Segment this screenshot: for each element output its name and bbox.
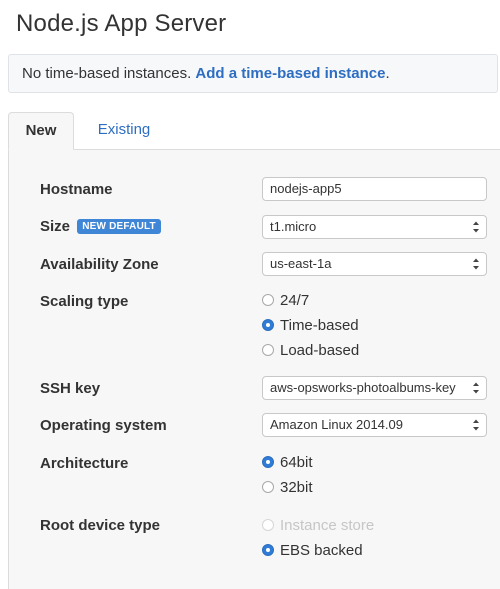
size-select-value: t1.micro xyxy=(270,219,317,234)
root-device-type-label: Root device type xyxy=(40,517,161,534)
availability-zone-value: us-east-1a xyxy=(270,256,332,271)
radio-button-checked[interactable] xyxy=(262,319,274,331)
architecture-option-label: 32bit xyxy=(280,479,313,496)
size-label: Size NEW DEFAULT xyxy=(40,218,161,235)
select-arrows-icon xyxy=(473,382,479,394)
root-device-option-ebs-backed[interactable]: EBS backed xyxy=(262,542,363,560)
scaling-option-load-based[interactable]: Load-based xyxy=(262,342,359,360)
operating-system-label: Operating system xyxy=(40,417,167,434)
radio-button-disabled xyxy=(262,519,274,531)
scaling-option-time-based[interactable]: Time-based xyxy=(262,317,359,335)
architecture-option-32bit[interactable]: 32bit xyxy=(262,479,313,497)
select-arrows-icon xyxy=(473,221,479,233)
radio-button[interactable] xyxy=(262,344,274,356)
size-label-text: Size xyxy=(40,218,71,235)
root-device-option-label: EBS backed xyxy=(280,542,363,559)
scaling-option-label: 24/7 xyxy=(280,292,310,309)
page-title: Node.js App Server xyxy=(16,10,227,37)
ssh-key-value: aws-opsworks-photoalbums-key xyxy=(270,380,456,395)
add-time-based-instance-link[interactable]: Add a time-based instance xyxy=(195,65,385,82)
scaling-option-label: Time-based xyxy=(280,317,359,334)
hostname-input[interactable]: nodejs-app5 xyxy=(262,177,487,201)
tab-new[interactable]: New xyxy=(8,112,74,150)
operating-system-value: Amazon Linux 2014.09 xyxy=(270,417,403,432)
new-default-badge: NEW DEFAULT xyxy=(77,219,161,234)
root-device-option-label: Instance store xyxy=(280,517,375,534)
ssh-key-select[interactable]: aws-opsworks-photoalbums-key xyxy=(262,376,487,400)
availability-zone-label: Availability Zone xyxy=(40,256,159,273)
radio-button-checked[interactable] xyxy=(262,456,274,468)
architecture-label: Architecture xyxy=(40,455,129,472)
radio-button[interactable] xyxy=(262,481,274,493)
operating-system-select[interactable]: Amazon Linux 2014.09 xyxy=(262,413,487,437)
radio-button-checked[interactable] xyxy=(262,544,274,556)
size-select[interactable]: t1.micro xyxy=(262,215,487,239)
scaling-option-label: Load-based xyxy=(280,342,360,359)
select-arrows-icon xyxy=(473,419,479,431)
info-bar-text: No time-based instances. xyxy=(22,65,196,82)
hostname-label: Hostname xyxy=(40,181,113,198)
tab-bar: New Existing xyxy=(8,112,500,150)
architecture-option-64bit[interactable]: 64bit xyxy=(262,454,313,472)
info-bar: No time-based instances. Add a time-base… xyxy=(8,54,498,93)
root-device-option-instance-store: Instance store xyxy=(262,517,374,535)
scaling-type-label: Scaling type xyxy=(40,293,129,310)
ssh-key-label: SSH key xyxy=(40,380,101,397)
tab-existing[interactable]: Existing xyxy=(84,112,164,150)
info-bar-suffix: . xyxy=(385,65,390,82)
scaling-option-24-7[interactable]: 24/7 xyxy=(262,292,309,310)
radio-button[interactable] xyxy=(262,294,274,306)
architecture-option-label: 64bit xyxy=(280,454,313,471)
select-arrows-icon xyxy=(473,258,479,270)
availability-zone-select[interactable]: us-east-1a xyxy=(262,252,487,276)
